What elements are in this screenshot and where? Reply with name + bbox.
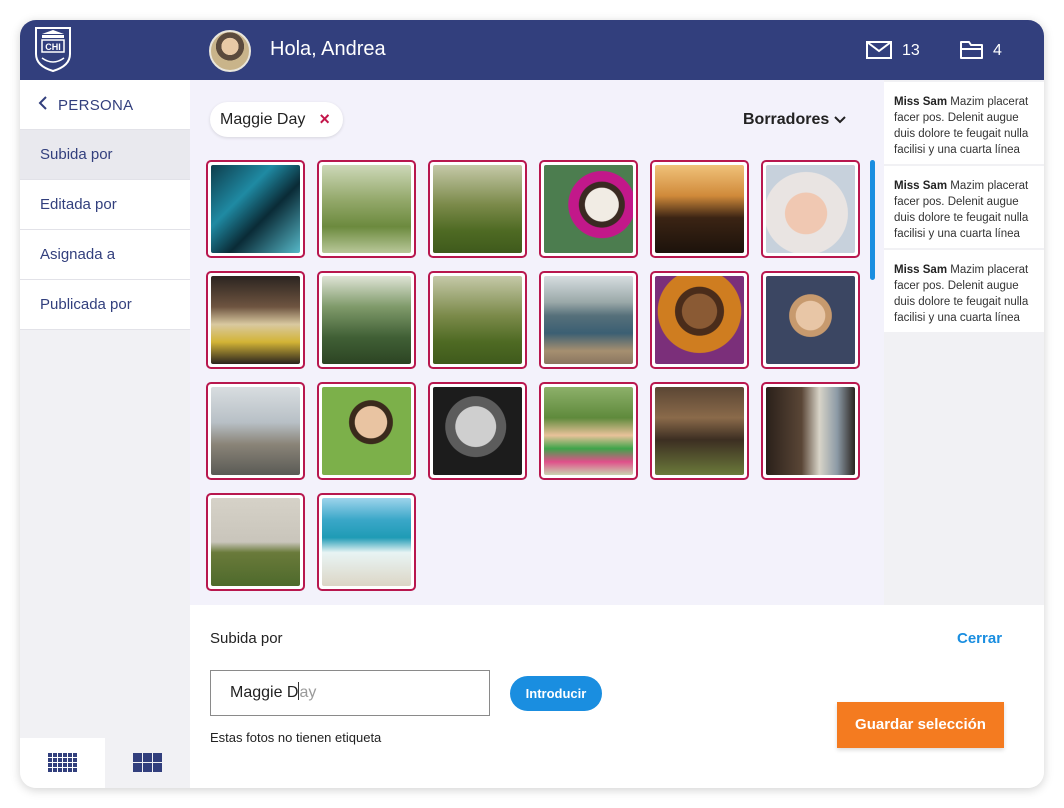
photo-thumbnail (655, 276, 744, 364)
top-bar: CHI Hola, Andrea 13 4 (20, 20, 1044, 80)
scrollbar[interactable] (870, 160, 875, 280)
photo-thumbnail (544, 387, 633, 475)
photo-tile[interactable] (761, 271, 860, 369)
small-grid-view-button[interactable] (20, 738, 105, 788)
sidebar-item-editada-por[interactable]: Editada por (20, 180, 190, 230)
comment-item[interactable]: Miss Sam Mazim placerat facer pos. Delen… (884, 166, 1044, 248)
photo-tile[interactable] (317, 493, 416, 591)
chevron-down-icon[interactable] (834, 116, 846, 124)
photo-tile[interactable] (206, 493, 305, 591)
photo-tile[interactable] (650, 271, 749, 369)
photo-tile[interactable] (650, 160, 749, 258)
comment-author: Miss Sam (894, 264, 948, 276)
untagged-note: Estas fotos no tienen etiqueta (210, 730, 382, 745)
photo-thumbnail (544, 276, 633, 364)
photo-tile[interactable] (428, 382, 527, 480)
sidebar-item-label: Subida por (40, 146, 113, 163)
photo-thumbnail (322, 498, 411, 586)
photo-thumbnail (544, 165, 633, 253)
save-selection-button[interactable]: Guardar selección (837, 702, 1004, 748)
folder-icon[interactable] (960, 40, 984, 60)
mail-icon[interactable] (866, 41, 892, 59)
small-grid-icon (48, 753, 77, 772)
photo-thumbnail (655, 387, 744, 475)
enter-button[interactable]: Introducir (510, 676, 602, 711)
user-avatar[interactable] (209, 30, 251, 72)
filter-chip[interactable]: Maggie Day × (210, 102, 344, 137)
sidebar-item-label: Publicada por (40, 296, 132, 313)
photo-tile[interactable] (317, 271, 416, 369)
photo-thumbnail (322, 387, 411, 475)
mail-count: 13 (902, 42, 920, 59)
app-window: CHI Hola, Andrea 13 4 PERSONA Subida por… (20, 20, 1044, 788)
comments-panel: Miss Sam Mazim placerat facer pos. Delen… (884, 80, 1044, 605)
filter-sidebar: PERSONA Subida por Editada por Asignada … (20, 80, 190, 788)
comment-item[interactable]: Miss Sam Mazim placerat facer pos. Delen… (884, 82, 1044, 164)
photo-thumbnail (322, 165, 411, 253)
remove-filter-icon[interactable]: × (319, 110, 331, 128)
back-label: PERSONA (58, 97, 134, 114)
comment-author: Miss Sam (894, 180, 948, 192)
tagging-panel: Subida por Cerrar Maggie Day Introducir … (190, 605, 1044, 788)
photo-thumbnail (211, 387, 300, 475)
panel-title: Subida por (210, 630, 283, 647)
photo-tile[interactable] (761, 160, 860, 258)
back-to-persona[interactable]: PERSONA (20, 80, 190, 130)
large-grid-view-button[interactable] (105, 738, 190, 788)
photo-thumbnail (433, 387, 522, 475)
photo-tile[interactable] (317, 382, 416, 480)
photo-tile[interactable] (206, 271, 305, 369)
photo-tile[interactable] (206, 382, 305, 480)
folder-count: 4 (993, 42, 1002, 59)
photo-grid-area: Maggie Day × Borradores (190, 80, 884, 605)
photo-thumbnail (766, 387, 855, 475)
photo-tile[interactable] (428, 160, 527, 258)
sidebar-item-publicada-por[interactable]: Publicada por (20, 280, 190, 330)
close-link[interactable]: Cerrar (957, 630, 1002, 647)
comment-item[interactable]: Miss Sam Mazim placerat facer pos. Delen… (884, 250, 1044, 332)
view-toggle (20, 738, 190, 788)
photo-tile[interactable] (206, 160, 305, 258)
photo-thumbnail (655, 165, 744, 253)
photo-thumbnail (322, 276, 411, 364)
photo-tile[interactable] (650, 382, 749, 480)
photo-thumbnail (211, 498, 300, 586)
filter-chip-label: Maggie Day (220, 111, 306, 128)
sidebar-item-asignada-a[interactable]: Asignada a (20, 230, 190, 280)
photo-tile[interactable] (428, 271, 527, 369)
photo-tile[interactable] (761, 382, 860, 480)
school-logo-icon[interactable]: CHI (34, 26, 72, 72)
photo-thumbnail (766, 165, 855, 253)
photo-tile[interactable] (539, 271, 638, 369)
photo-tile[interactable] (539, 160, 638, 258)
input-autocomplete-hint: ay (299, 684, 317, 701)
drafts-dropdown[interactable]: Borradores (743, 111, 829, 129)
sidebar-item-subida-por[interactable]: Subida por (20, 130, 190, 180)
chevron-left-icon (38, 96, 47, 110)
logo-text: CHI (45, 42, 61, 52)
sidebar-item-label: Asignada a (40, 246, 116, 263)
photo-thumbnail (433, 276, 522, 364)
sidebar-item-label: Editada por (40, 196, 117, 213)
person-name-input[interactable]: Maggie Day (210, 670, 490, 716)
photo-thumbnail (433, 165, 522, 253)
photo-thumbnail (211, 165, 300, 253)
input-typed-text: Maggie D (230, 684, 299, 701)
photo-thumbnail (766, 276, 855, 364)
photo-tile[interactable] (539, 382, 638, 480)
comment-author: Miss Sam (894, 96, 948, 108)
photo-tile[interactable] (317, 160, 416, 258)
greeting-text: Hola, Andrea (270, 38, 386, 60)
large-grid-icon (133, 753, 162, 772)
photo-thumbnail (211, 276, 300, 364)
